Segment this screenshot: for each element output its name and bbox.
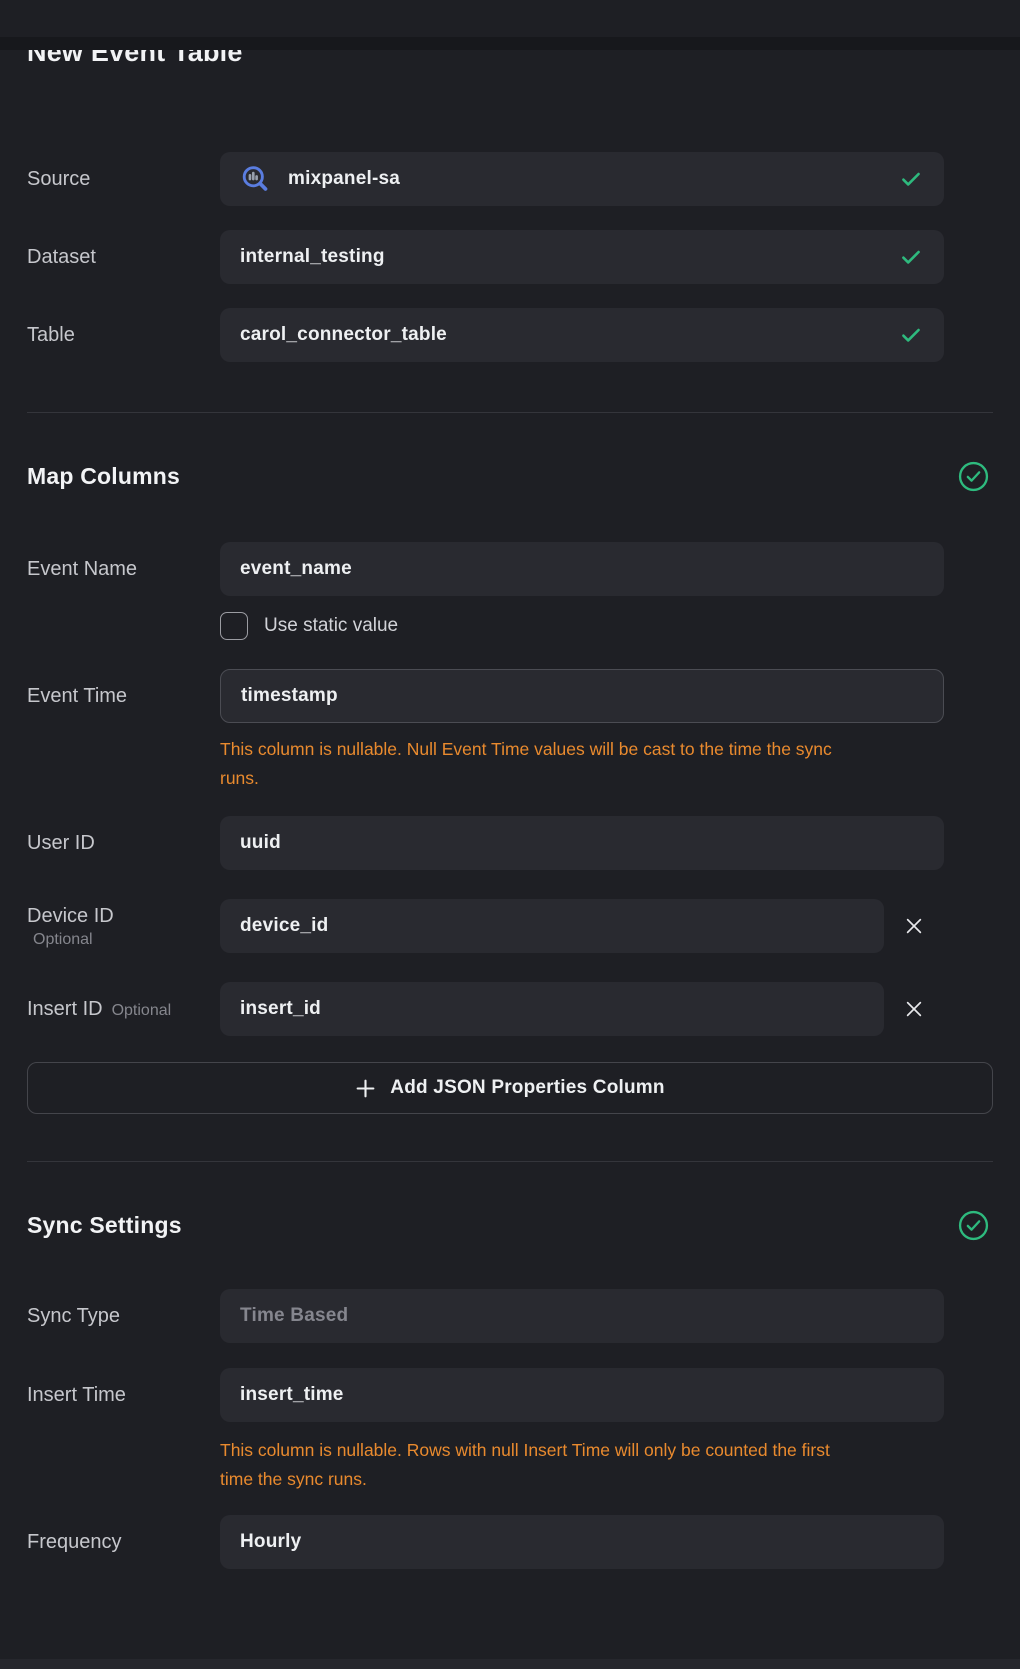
- source-value: mixpanel-sa: [288, 168, 400, 190]
- section-complete-circle-check-icon: [958, 461, 989, 492]
- dataset-row: Dataset internal_testing: [27, 230, 993, 284]
- device-id-label: Device ID: [27, 904, 220, 928]
- user-id-value: uuid: [240, 832, 281, 854]
- insert-time-field[interactable]: insert_time: [220, 1368, 944, 1422]
- frequency-value: Hourly: [240, 1531, 301, 1553]
- use-static-value-checkbox[interactable]: [220, 612, 248, 640]
- remove-insert-id-x-icon[interactable]: [884, 982, 944, 1036]
- use-static-value-row: Use static value: [220, 612, 993, 640]
- device-id-field[interactable]: device_id: [220, 899, 884, 953]
- event-name-row: Event Name event_name: [27, 542, 993, 596]
- frequency-field[interactable]: Hourly: [220, 1515, 944, 1569]
- panel-bottom-edge: [0, 1659, 1020, 1669]
- source-field[interactable]: mixpanel-sa: [220, 152, 944, 206]
- insert-time-label: Insert Time: [27, 1384, 126, 1406]
- insert-time-nullable-warning: This column is nullable. Rows with null …: [220, 1436, 993, 1494]
- section-complete-circle-check-icon: [958, 1210, 989, 1241]
- new-event-table-form: New Event Table Source mixpanel-sa: [0, 37, 1020, 1569]
- sync-type-label: Sync Type: [27, 1305, 120, 1327]
- remove-device-id-x-icon[interactable]: [884, 899, 944, 953]
- device-id-optional-tag: Optional: [27, 931, 220, 949]
- add-json-properties-column-label: Add JSON Properties Column: [390, 1077, 664, 1099]
- source-label: Source: [27, 168, 90, 190]
- table-field[interactable]: carol_connector_table: [220, 308, 944, 362]
- insert-id-label: Insert ID: [27, 997, 103, 1021]
- event-time-value: timestamp: [241, 685, 338, 707]
- user-id-row: User ID uuid: [27, 816, 993, 870]
- event-time-row: Event Time timestamp: [27, 669, 993, 723]
- valid-check-icon: [898, 244, 924, 270]
- sync-settings-title: Sync Settings: [27, 1210, 182, 1241]
- sync-type-field: Time Based: [220, 1289, 944, 1343]
- section-divider: [27, 412, 993, 413]
- event-time-label: Event Time: [27, 685, 127, 707]
- mixpanel-logo-icon: [240, 164, 271, 195]
- add-json-properties-column-button[interactable]: Add JSON Properties Column: [27, 1062, 993, 1114]
- insert-id-optional-tag: Optional: [112, 1002, 172, 1020]
- frequency-row: Frequency Hourly: [27, 1515, 993, 1569]
- insert-time-row: Insert Time insert_time: [27, 1368, 993, 1422]
- user-id-field[interactable]: uuid: [220, 816, 944, 870]
- map-columns-title: Map Columns: [27, 461, 180, 492]
- use-static-value-label: Use static value: [264, 615, 398, 637]
- table-label: Table: [27, 324, 75, 346]
- user-id-label: User ID: [27, 832, 95, 854]
- section-divider: [27, 1161, 993, 1162]
- event-name-label: Event Name: [27, 558, 137, 580]
- table-row: Table carol_connector_table: [27, 308, 993, 362]
- valid-check-icon: [898, 166, 924, 192]
- event-time-nullable-warning: This column is nullable. Null Event Time…: [220, 735, 993, 793]
- sync-type-row: Sync Type Time Based: [27, 1289, 993, 1343]
- dataset-field[interactable]: internal_testing: [220, 230, 944, 284]
- map-columns-header: Map Columns: [27, 461, 993, 492]
- valid-check-icon: [898, 322, 924, 348]
- sync-settings-header: Sync Settings: [27, 1210, 993, 1241]
- insert-time-value: insert_time: [240, 1384, 344, 1406]
- plus-icon: [355, 1078, 376, 1099]
- dataset-value: internal_testing: [240, 246, 385, 268]
- device-id-value: device_id: [240, 915, 328, 937]
- event-name-value: event_name: [240, 558, 352, 580]
- insert-id-row: Insert ID Optional insert_id: [27, 982, 993, 1036]
- dataset-label: Dataset: [27, 246, 96, 268]
- insert-id-field[interactable]: insert_id: [220, 982, 884, 1036]
- device-id-row: Device ID Optional device_id: [27, 899, 993, 953]
- event-time-field[interactable]: timestamp: [220, 669, 944, 723]
- event-name-field[interactable]: event_name: [220, 542, 944, 596]
- insert-id-value: insert_id: [240, 998, 321, 1020]
- frequency-label: Frequency: [27, 1531, 122, 1553]
- source-row: Source mixpanel-sa: [27, 152, 993, 206]
- sync-type-value: Time Based: [240, 1305, 348, 1327]
- panel-top-edge: [0, 37, 1020, 50]
- table-value: carol_connector_table: [240, 324, 447, 346]
